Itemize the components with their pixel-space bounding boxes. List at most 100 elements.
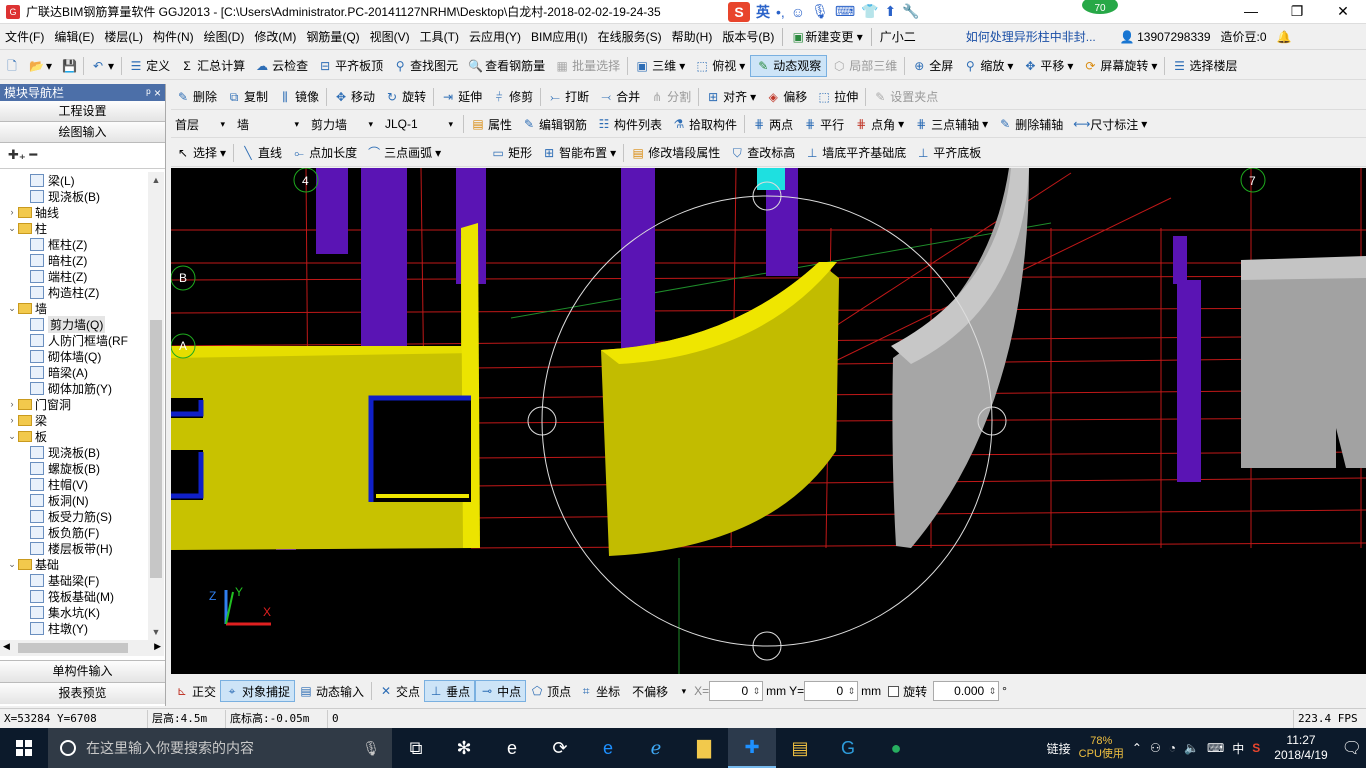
expand-arrow-icon[interactable]: ⌄ [6,559,18,570]
menu-online[interactable]: 在线服务(S) [593,28,667,45]
scroll-right-icon[interactable]: ▶ [154,641,161,652]
tree-item[interactable]: 板受力筋(S) [0,508,148,524]
category-select[interactable]: 墙 [233,114,303,134]
split-button[interactable]: ⋔ 分割 [645,86,696,108]
open-file-button[interactable]: 📂 ▾ [24,55,57,77]
ortho-toggle[interactable]: ⊾ 正交 [171,680,220,702]
tree-folder[interactable]: › 梁 [0,412,148,428]
coordinate-snap[interactable]: ⌗ 坐标 [575,680,624,702]
spiral-app-icon[interactable]: ⟳ [536,728,584,768]
define-button[interactable]: ☰ 定义 [124,55,175,77]
cloud-check-button[interactable]: ☁ 云检查 [250,55,313,77]
expand-collapse-tools[interactable]: ✚₊ ━ [0,143,165,169]
tree-item[interactable]: 板负筋(F) [0,524,148,540]
delete-button[interactable]: ✎ 删除 [171,86,222,108]
copy-button[interactable]: ⧉ 复制 [222,86,273,108]
batch-select-button[interactable]: ▦ 批量选择 [550,55,625,77]
floor-select[interactable]: 首层 [171,114,229,134]
maximize-button[interactable]: ❐ [1274,0,1320,24]
object-snap-toggle[interactable]: ⌖ 对象捕捉 [220,680,296,702]
align-button[interactable]: ⊞ 对齐 ▾ [701,86,761,108]
mirror-button[interactable]: ⫼ 镜像 [273,86,324,108]
ime-mode[interactable]: 英 [756,2,770,22]
sum-button[interactable]: Σ 汇总计算 [175,55,250,77]
modify-segment-button[interactable]: ▤ 修改墙段属性 [626,142,725,164]
menu-coins[interactable]: 造价豆:0 [1216,28,1272,45]
menu-bim[interactable]: BIM应用(I) [526,28,593,45]
menu-new-change[interactable]: ▣新建变更 ▾ [786,28,867,45]
tree-item[interactable]: 柱帽(V) [0,476,148,492]
keyboard-tray-icon[interactable]: ⌨ [1207,741,1224,755]
tree-item[interactable]: 框柱(Z) [0,236,148,252]
ie-blue-icon[interactable]: e [584,728,632,768]
language-indicator[interactable]: 中 [1232,740,1244,757]
project-settings-button[interactable]: 工程设置 [0,101,165,122]
point-length-button[interactable]: ⟜ 点加长度 [287,142,362,164]
mic-icon[interactable]: 🎙 [811,3,829,20]
pin-close-icon[interactable]: ᵖ × [146,86,161,100]
tree-folder[interactable]: ⌄ 柱 [0,220,148,236]
menu-version[interactable]: 版本号(B) [717,28,779,45]
glodon-active-icon[interactable]: ✚ [728,728,776,768]
viewport-drawing[interactable]: 4 7 B A Z Y X [171,168,1366,674]
midpoint-snap[interactable]: ⊸ 中点 [475,680,527,702]
glodon-g-icon[interactable]: G [824,728,872,768]
notification-badge[interactable]: 70 [1080,0,1120,16]
tree-item[interactable]: 人防门框墙(RF [0,332,148,348]
links-label[interactable]: 链接 [1047,740,1071,757]
edit-rebar-button[interactable]: ✎ 编辑钢筋 [517,113,592,135]
save-button[interactable]: 💾 [57,55,81,77]
punct-icon[interactable]: •, [776,4,785,20]
tree-item[interactable]: 端柱(Z) [0,268,148,284]
rotate-button[interactable]: ↻ 旋转 [380,86,431,108]
tree-item[interactable]: 板洞(N) [0,492,148,508]
menu-draw[interactable]: 绘图(D) [199,28,250,45]
tree-item[interactable]: 筏板基础(M) [0,588,148,604]
view-rebar-button[interactable]: 🔍 查看钢筋量 [463,55,550,77]
scroll-down-icon[interactable]: ▼ [148,624,164,640]
view3d-button[interactable]: ▣ 三维 ▾ [630,55,690,77]
select-floor-button[interactable]: ☰ 选择楼层 [1167,55,1242,77]
tray-expand-icon[interactable]: ⌃ [1132,741,1142,755]
tree-folder[interactable]: ⌄ 板 [0,428,148,444]
tree-item[interactable]: 剪力墙(Q) [0,315,148,333]
drawing-input-button[interactable]: 绘图输入 [0,122,165,143]
three-point-arc-button[interactable]: ⌒ 三点画弧 ▾ [362,142,446,164]
menu-tip-link[interactable]: 如何处理异形柱中非封... [961,28,1101,45]
move-button[interactable]: ✥ 移动 [329,86,380,108]
flush-base-button[interactable]: ⊥ 墙底平齐基础底 [800,142,911,164]
menu-edit[interactable]: 编辑(E) [49,28,99,45]
tree-item[interactable]: 暗柱(Z) [0,252,148,268]
sogou-tray-icon[interactable]: S [1252,741,1260,755]
minimize-button[interactable]: — [1228,0,1274,24]
stretch-button[interactable]: ⬚ 拉伸 [812,86,863,108]
expand-arrow-icon[interactable]: ⌄ [6,431,18,442]
edge-icon[interactable]: e [488,728,536,768]
tree-item[interactable]: 柱墩(Y) [0,620,148,636]
offset-mode-select[interactable]: 不偏移 [628,681,691,701]
taskbar-search[interactable]: 在这里输入你要搜索的内容 🎙 [48,728,392,768]
new-file-button[interactable]: 🗋 [0,55,24,77]
y-input[interactable]: 0 [804,681,859,701]
parallel-button[interactable]: ⋕ 平行 [798,113,849,135]
menu-account[interactable]: 👤 13907298339 [1115,30,1216,44]
menu-assistant[interactable]: 广小二 [875,28,921,45]
properties-button[interactable]: ▤ 属性 [466,113,517,135]
x-input[interactable]: 0 [709,681,764,701]
tree-folder[interactable]: › 轴线 [0,204,148,220]
zoom-button[interactable]: ⚲ 缩放 ▾ [958,55,1018,77]
expand-arrow-icon[interactable]: › [6,415,18,425]
menu-cloud[interactable]: 云应用(Y) [464,28,526,45]
set-grip-button[interactable]: ✎ 设置夹点 [868,86,943,108]
start-button[interactable] [0,728,48,768]
close-button[interactable]: ✕ [1320,0,1366,24]
scroll-thumb[interactable] [150,320,162,578]
expand-arrow-icon[interactable]: › [6,207,18,217]
skin-icon[interactable]: 👕 [861,3,878,20]
top-view-button[interactable]: ⬚ 俯视 ▾ [690,55,750,77]
rotate-input[interactable]: 0.000 [933,681,1000,701]
rectangle-button[interactable]: ▭ 矩形 [486,142,537,164]
notification-center-icon[interactable]: 🗨 [1342,738,1362,758]
tree-item[interactable]: 暗梁(A) [0,364,148,380]
dimension-button[interactable]: ⟷ 尺寸标注 ▾ [1068,113,1152,135]
